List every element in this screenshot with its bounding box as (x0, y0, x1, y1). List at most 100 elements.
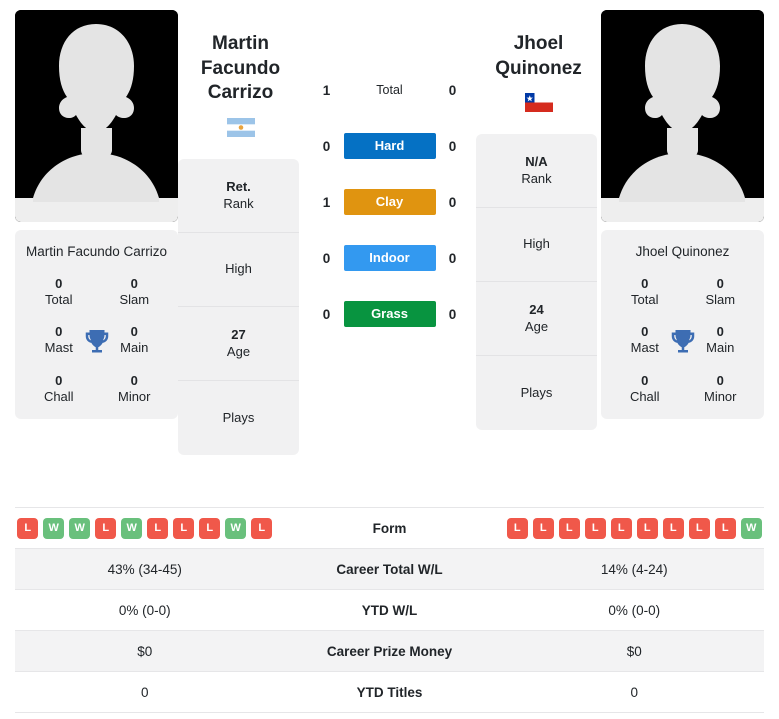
left-form-strip: LWWLWLLLWL (15, 517, 275, 539)
left-form-badge[interactable]: W (225, 517, 247, 539)
right-titles-chall-value: 0 (641, 372, 649, 388)
table-row-ytd-titles: 0 YTD Titles 0 (15, 672, 764, 713)
surface-clay-label[interactable]: Clay (343, 189, 436, 215)
left-player-info-card: Ret. Rank High 27 Age Plays (178, 159, 299, 456)
trophy-icon (668, 327, 698, 357)
left-titles-total-label: Total (45, 291, 73, 307)
surface-row-clay: 1 Clay 0 (303, 174, 476, 230)
right-form-badge[interactable]: L (506, 517, 528, 539)
surface-hard-left-score: 0 (322, 138, 331, 154)
left-career-total-wl: 43% (34-45) (107, 561, 182, 577)
surface-grass-label[interactable]: Grass (343, 301, 436, 327)
left-info-high: High (178, 233, 299, 308)
right-player-name: Jhoel Quinonez (476, 10, 601, 81)
left-form-badge[interactable]: L (147, 517, 169, 539)
left-player-photo[interactable] (15, 10, 178, 222)
surface-hard-label[interactable]: Hard (343, 133, 436, 159)
left-player-photo-column: Martin Facundo Carrizo 0 Total 0 Slam 0 … (15, 10, 178, 420)
right-form-badge[interactable]: L (610, 517, 632, 539)
right-form-badge[interactable]: L (714, 517, 736, 539)
left-titles-minor: 0 Minor (97, 373, 173, 406)
left-form-cell: LWWLWLLLWL (15, 517, 275, 539)
row-label-ytd-wl: YTD W/L (361, 602, 418, 618)
surface-clay-right-score: 0 (448, 194, 457, 210)
right-form-badge[interactable]: L (558, 517, 580, 539)
surface-breakdown: 1 Total 0 0 Hard 0 1 Clay 0 0 Indoor 0 0… (303, 10, 476, 342)
left-titles-chall-label: Chall (43, 388, 74, 404)
right-titles-minor: 0 Minor (683, 373, 759, 406)
chile-flag-icon (524, 93, 553, 113)
left-form-badge[interactable]: L (251, 517, 273, 539)
right-info-rank-value: N/A (525, 153, 548, 169)
left-form-badge[interactable]: W (69, 517, 91, 539)
row-label-ytd-titles: YTD Titles (356, 684, 423, 700)
row-label-career-total-wl: Career Total W/L (336, 561, 443, 577)
argentina-flag-icon (226, 118, 255, 138)
table-row-ytd-wl: 0% (0-0) YTD W/L 0% (0-0) (15, 590, 764, 631)
right-player-name-line1: Jhoel (513, 33, 564, 54)
right-info-high: High (476, 208, 597, 283)
right-info-plays-label: Plays (520, 384, 553, 400)
player-comparison-page: Martin Facundo Carrizo 0 Total 0 Slam 0 … (0, 0, 779, 719)
left-form-badge[interactable]: L (17, 517, 39, 539)
left-info-age: 27 Age (178, 307, 299, 382)
right-flag-wrap (476, 93, 601, 117)
left-titles-chall-value: 0 (55, 372, 63, 388)
right-form-badge[interactable]: L (636, 517, 658, 539)
right-ytd-titles: 0 (630, 684, 638, 700)
right-form-strip: LLLLLLLLLW (505, 517, 765, 539)
left-info-plays: Plays (178, 381, 299, 455)
right-info-rank: N/A Rank (476, 134, 597, 209)
left-info-rank-value: Ret. (226, 178, 251, 194)
right-ytd-wl: 0% (0-0) (608, 602, 661, 618)
right-player-photo[interactable] (601, 10, 764, 222)
right-info-age-value: 24 (529, 301, 544, 317)
right-info-age: 24 Age (476, 282, 597, 357)
surface-indoor-left-score: 0 (322, 250, 331, 266)
left-form-badge[interactable]: W (121, 517, 143, 539)
right-form-badge[interactable]: W (740, 517, 762, 539)
right-player-info-card: N/A Rank High 24 Age Plays (476, 134, 597, 431)
right-player-titles-card: Jhoel Quinonez 0 Total 0 Slam 0 Mast 0 M… (601, 230, 764, 420)
surface-indoor-label[interactable]: Indoor (343, 245, 436, 271)
right-form-badge[interactable]: L (688, 517, 710, 539)
comparison-header: Martin Facundo Carrizo 0 Total 0 Slam 0 … (0, 0, 779, 495)
right-form-cell: LLLLLLLLLW (505, 517, 765, 539)
left-flag-wrap (178, 118, 303, 142)
left-form-badge[interactable]: L (95, 517, 117, 539)
left-titles-slam: 0 Slam (97, 276, 173, 309)
right-info-high-label: High (523, 236, 550, 252)
right-career-total-wl: 14% (4-24) (600, 561, 668, 577)
right-career-prize-money: $0 (626, 643, 642, 659)
right-player-name-line2: Quinonez (495, 57, 582, 79)
right-titles-slam: 0 Slam (683, 276, 759, 309)
right-titles-total-label: Total (631, 291, 659, 307)
right-form-badge[interactable]: L (532, 517, 554, 539)
right-form-badge[interactable]: L (584, 517, 606, 539)
left-form-badge[interactable]: W (43, 517, 65, 539)
surface-grass-right-score: 0 (448, 306, 457, 322)
left-titles-slam-label: Slam (119, 291, 150, 307)
left-ytd-titles: 0 (140, 684, 149, 700)
surface-total-right-score: 0 (448, 82, 457, 98)
left-form-badge[interactable]: L (199, 517, 221, 539)
right-titles-card-name: Jhoel Quinonez (635, 244, 730, 259)
comparison-table: LWWLWLLLWL Form LLLLLLLLLW 43% (34-45) C… (15, 507, 764, 713)
right-titles-chall-label: Chall (629, 388, 660, 404)
surface-hard-right-score: 0 (448, 138, 457, 154)
left-player-name-line2: Carrizo (207, 82, 274, 104)
left-ytd-wl: 0% (0-0) (118, 602, 171, 618)
table-row-career-total-wl: 43% (34-45) Career Total W/L 14% (4-24) (15, 549, 764, 590)
surface-indoor-right-score: 0 (448, 250, 457, 266)
left-player-name-column: Martin Facundo Carrizo Ret. Rank High 27… (178, 10, 303, 456)
left-titles-slam-value: 0 (130, 275, 138, 291)
right-form-badge[interactable]: L (662, 517, 684, 539)
surface-total-label: Total (376, 83, 403, 97)
left-form-badge[interactable]: L (173, 517, 195, 539)
right-info-plays: Plays (476, 356, 597, 430)
left-titles-minor-value: 0 (130, 372, 138, 388)
left-player-name: Martin Facundo Carrizo (178, 10, 303, 106)
player-silhouette-icon (601, 10, 764, 222)
left-titles-minor-label: Minor (117, 388, 151, 404)
left-titles-grid: 0 Total 0 Slam 0 Mast 0 Main 0 Chall 0 M… (21, 276, 172, 406)
